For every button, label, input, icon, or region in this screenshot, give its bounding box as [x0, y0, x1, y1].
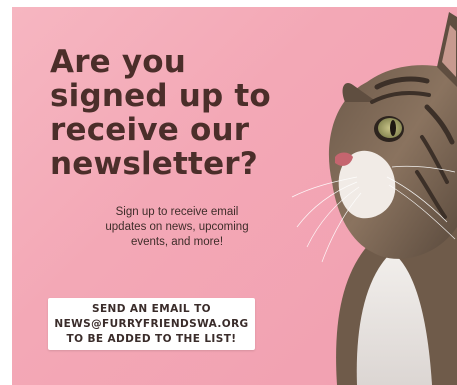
headline-line-3: receive our — [50, 112, 250, 148]
headline-line-2: signed up to — [50, 78, 271, 114]
cta-line-1: SEND AN EMAIL TO — [92, 302, 211, 315]
subtext: Sign up to receive email updates on news… — [82, 205, 272, 250]
cta-line-2: NEWS@FURRYFRIENDSWA.ORG — [54, 317, 249, 330]
subtext-line-1: Sign up to receive email — [115, 206, 239, 218]
subtext-line-2: updates on news, upcoming — [105, 221, 249, 233]
headline: Are you signed up to receive our newslet… — [50, 45, 280, 181]
subtext-line-3: events, and more! — [130, 236, 224, 248]
email-cta-box[interactable]: SEND AN EMAIL TO NEWS@FURRYFRIENDSWA.ORG… — [48, 298, 255, 350]
newsletter-poster: Are you signed up to receive our newslet… — [12, 7, 457, 385]
headline-line-4: newsletter? — [50, 146, 258, 182]
cta-line-3: TO BE ADDED TO THE LIST! — [66, 332, 237, 345]
headline-line-1: Are you — [50, 44, 187, 80]
cat-photo — [291, 12, 457, 385]
